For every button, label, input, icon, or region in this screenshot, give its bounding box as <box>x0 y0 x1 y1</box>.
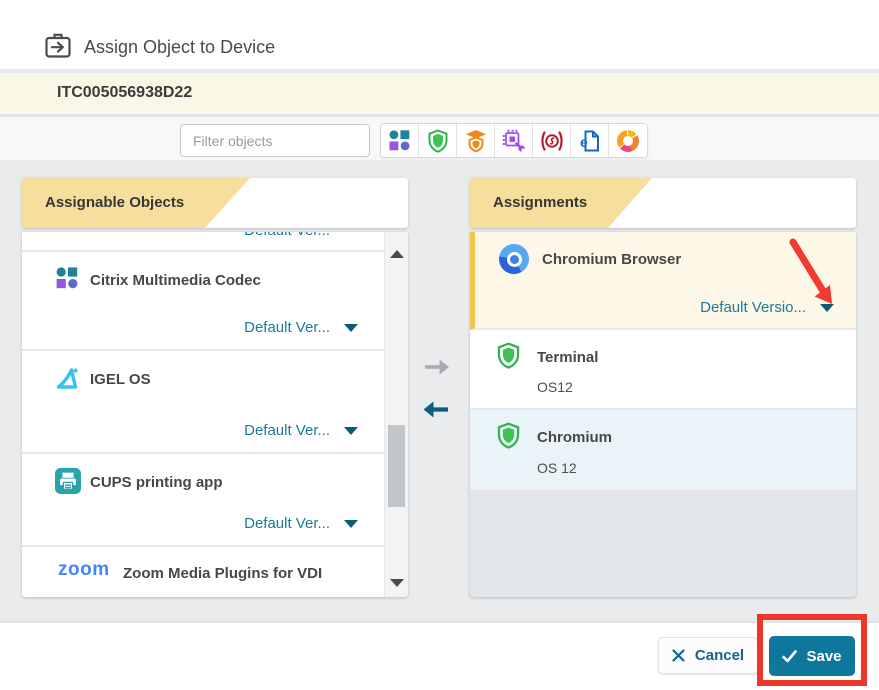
apps-filter-button[interactable] <box>381 124 419 157</box>
igel-logo-icon <box>55 365 81 391</box>
assign-arrow-right-icon[interactable] <box>422 356 452 378</box>
assign-object-dialog: Assign Object to Device ITC005056938D22 <box>0 0 879 690</box>
assignment-row-terminal[interactable]: Terminal OS12 <box>470 330 856 410</box>
scroll-down-arrow-icon[interactable] <box>390 579 404 587</box>
object-type-filter-group: e <box>380 123 648 158</box>
assignments-title: Assignments <box>493 178 587 228</box>
unassign-arrow-left-icon[interactable] <box>421 398 451 421</box>
object-row-citrix-multimedia-codec[interactable]: Citrix Multimedia Codec Default Ver... <box>22 252 384 351</box>
object-row-zoom-media-plugins[interactable]: zoom Zoom Media Plugins for VDI <box>22 547 384 593</box>
save-button[interactable]: Save <box>769 636 855 676</box>
scroll-up-arrow-icon[interactable] <box>390 250 404 258</box>
version-label: Default Ver... <box>244 515 330 532</box>
dialog-footer: Cancel Save <box>0 621 879 690</box>
template-keys-filter-button[interactable] <box>533 124 571 157</box>
apps-tiles-icon <box>55 266 79 290</box>
zoom-wordmark-icon: zoom <box>58 559 110 581</box>
certificate-file-icon: e <box>578 129 602 153</box>
assignment-row-chromium[interactable]: Chromium OS 12 <box>470 410 856 491</box>
object-row-cups-printing-app[interactable]: CUPS printing app Default Ver... <box>22 454 384 547</box>
chevron-down-icon <box>820 304 834 312</box>
assignment-row-chromium-browser[interactable]: Chromium Browser Default Versio... <box>470 232 856 330</box>
assignment-os-label: OS 12 <box>537 460 577 476</box>
svg-text:e: e <box>580 134 588 150</box>
dialog-title: Assign Object to Device <box>84 37 275 58</box>
color-wheel-icon <box>617 130 639 152</box>
assign-object-icon <box>44 32 72 60</box>
truncated-version-dropdown[interactable]: Default Ver... <box>244 232 330 239</box>
firmware-customization-chip-icon <box>502 129 526 153</box>
chromium-logo-icon <box>499 244 529 274</box>
assignment-os-label: OS12 <box>537 379 573 395</box>
checkmark-icon <box>782 650 797 663</box>
object-toolbar: e <box>0 117 879 160</box>
profile-shield-icon <box>426 129 450 153</box>
assignment-name: Terminal <box>537 349 598 366</box>
object-row-igel-os[interactable]: IGEL OS Default Ver... <box>22 351 384 454</box>
assignment-name: Chromium Browser <box>542 251 681 268</box>
assignments-list: Chromium Browser Default Versio... Termi… <box>470 232 856 597</box>
assignments-header: Assignments <box>470 178 856 228</box>
assignment-name: Chromium <box>537 429 612 446</box>
assignable-objects-header: Assignable Objects <box>22 178 408 228</box>
profiles-filter-button[interactable] <box>419 124 457 157</box>
device-id: ITC005056938D22 <box>57 84 192 102</box>
custom-partitions-filter-button[interactable] <box>609 124 647 157</box>
version-label: Default Ver... <box>244 319 330 336</box>
template-key-icon <box>540 129 564 153</box>
version-dropdown[interactable]: Default Ver... <box>244 422 358 439</box>
apps-tiles-icon <box>388 129 411 152</box>
profile-shield-icon <box>495 422 522 449</box>
chevron-down-icon <box>344 427 358 435</box>
truncated-object-row[interactable]: Default Ver... <box>22 232 384 252</box>
assignable-objects-list: Default Ver... Citrix Multimedia Codec D… <box>22 232 408 597</box>
version-dropdown[interactable]: Default Ver... <box>244 319 358 336</box>
master-profiles-filter-button[interactable] <box>457 124 495 157</box>
chevron-down-icon <box>344 520 358 528</box>
dialog-header: Assign Object to Device <box>0 0 879 69</box>
chevron-down-icon <box>344 324 358 332</box>
object-name: IGEL OS <box>90 371 151 388</box>
master-profile-shield-icon <box>464 129 488 153</box>
save-label: Save <box>806 648 841 665</box>
assignable-list-scrollbar[interactable] <box>384 232 408 597</box>
version-label: Default Versio... <box>700 299 806 316</box>
profile-shield-icon <box>495 342 522 369</box>
object-name: CUPS printing app <box>90 474 223 491</box>
assignable-objects-title: Assignable Objects <box>45 178 184 228</box>
firmware-customizations-filter-button[interactable] <box>495 124 533 157</box>
filter-objects-input[interactable] <box>180 124 370 157</box>
version-dropdown[interactable]: Default Versio... <box>700 299 834 316</box>
close-icon <box>672 649 685 662</box>
version-label: Default Ver... <box>244 422 330 439</box>
device-bar: ITC005056938D22 <box>0 73 879 114</box>
scrollbar-thumb[interactable] <box>388 425 405 507</box>
assignment-content: Assignable Objects Default Ver... Citrix… <box>0 160 879 621</box>
cancel-label: Cancel <box>695 647 744 664</box>
cancel-button[interactable]: Cancel <box>658 637 758 674</box>
files-filter-button[interactable]: e <box>571 124 609 157</box>
object-name: Citrix Multimedia Codec <box>90 272 261 289</box>
object-name: Zoom Media Plugins for VDI <box>123 565 322 582</box>
printer-icon <box>55 468 81 494</box>
version-dropdown[interactable]: Default Ver... <box>244 515 358 532</box>
